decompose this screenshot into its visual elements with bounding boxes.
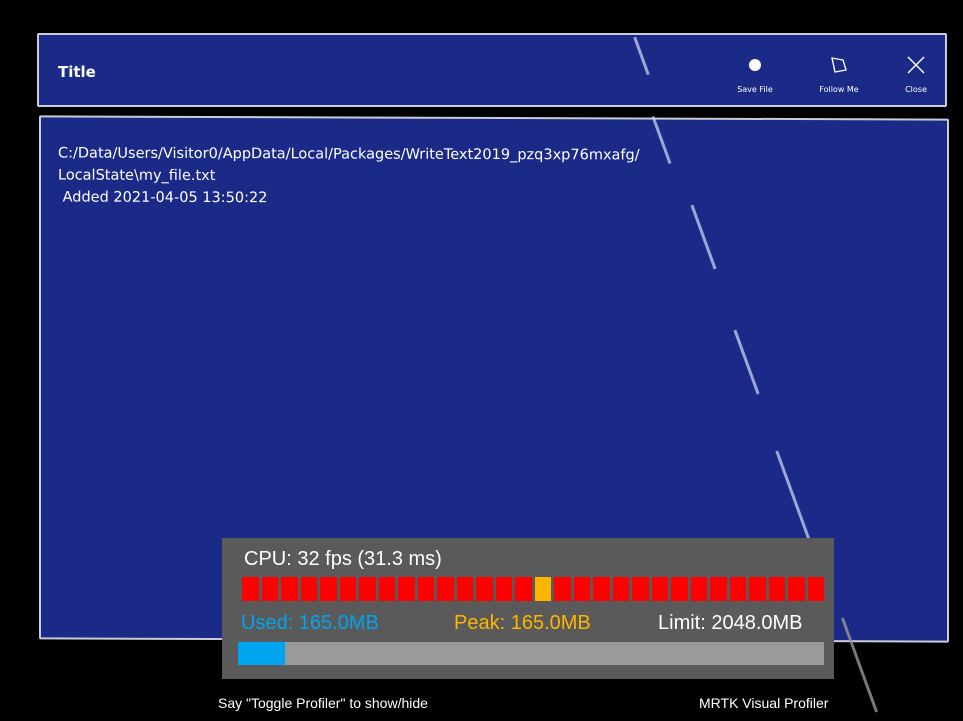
- frame-cell: [729, 577, 746, 601]
- frame-cell: [807, 577, 824, 601]
- pin-icon: [807, 53, 871, 77]
- save-file-button[interactable]: Save File: [723, 53, 787, 99]
- save-file-label: Save File: [737, 85, 773, 94]
- circle-icon: [723, 53, 787, 77]
- profiler-brand: MRTK Visual Profiler: [699, 695, 829, 711]
- close-label: Close: [905, 85, 927, 94]
- memory-bar-fill: [238, 642, 285, 665]
- frame-cell: [300, 577, 317, 601]
- frame-cell: [242, 577, 259, 601]
- close-button[interactable]: Close: [884, 53, 948, 99]
- frame-cell: [788, 577, 805, 601]
- frame-cell: [593, 577, 610, 601]
- frame-cell: [281, 577, 298, 601]
- added-line: Added 2021-04-05 13:50:22: [58, 189, 268, 207]
- frame-cell: [768, 577, 785, 601]
- frame-cell: [378, 577, 395, 601]
- frame-cell: [495, 577, 512, 601]
- window-title: Title: [58, 63, 96, 81]
- follow-me-button[interactable]: Follow Me: [807, 53, 871, 99]
- frame-bar: [242, 577, 824, 601]
- frame-cell: [437, 577, 454, 601]
- frame-cell: [651, 577, 668, 601]
- frame-cell: [320, 577, 337, 601]
- title-bar: Title Save File Follow Me Close: [37, 33, 947, 107]
- frame-cell: [690, 577, 707, 601]
- path-line-1: C:/Data/Users/Visitor0/AppData/Local/Pac…: [58, 145, 640, 164]
- profiler-hint: Say "Toggle Profiler" to show/hide: [218, 695, 428, 711]
- close-icon: [884, 53, 948, 77]
- frame-cell: [476, 577, 493, 601]
- visual-profiler: CPU: 32 fps (31.3 ms) Used: 165.0MB Peak…: [222, 538, 834, 679]
- frame-cell: [456, 577, 473, 601]
- frame-cell: [398, 577, 415, 601]
- frame-cell: [671, 577, 688, 601]
- memory-used: Used: 165.0MB: [241, 612, 379, 634]
- frame-cell: [261, 577, 278, 601]
- file-output-text: C:/Data/Users/Visitor0/AppData/Local/Pac…: [58, 142, 640, 210]
- memory-peak: Peak: 165.0MB: [454, 612, 591, 634]
- frame-cell: [339, 577, 356, 601]
- frame-cell: [554, 577, 571, 601]
- frame-cell: [612, 577, 629, 601]
- frame-cell: [573, 577, 590, 601]
- frame-cell: [515, 577, 532, 601]
- memory-limit: Limit: 2048.0MB: [658, 612, 803, 634]
- memory-bar: [238, 642, 824, 665]
- frame-cell: [632, 577, 649, 601]
- cpu-readout: CPU: 32 fps (31.3 ms): [244, 548, 442, 570]
- follow-me-label: Follow Me: [819, 85, 859, 94]
- frame-cell: [710, 577, 727, 601]
- frame-cell: [359, 577, 376, 601]
- frame-cell-warn: [534, 577, 551, 601]
- frame-cell: [417, 577, 434, 601]
- path-line-2: LocalState\my_file.txt: [58, 167, 216, 185]
- frame-cell: [749, 577, 766, 601]
